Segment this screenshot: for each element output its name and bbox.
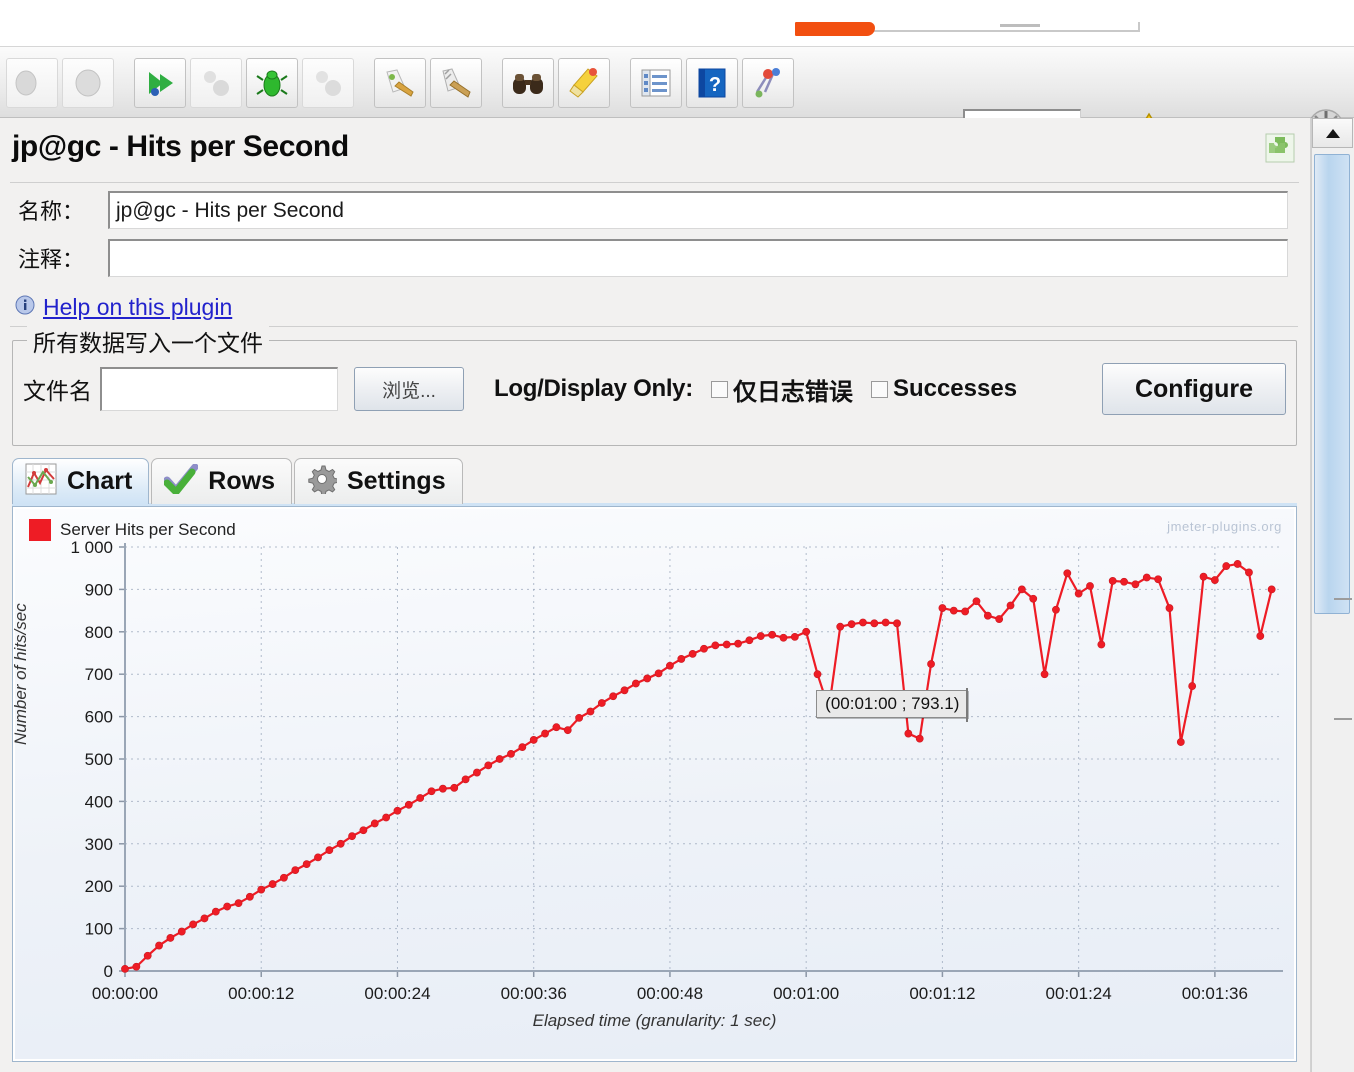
svg-text:100: 100 — [85, 920, 113, 939]
clear-icon[interactable] — [558, 58, 610, 108]
svg-text:00:00:12: 00:00:12 — [228, 984, 294, 1003]
name-input[interactable]: jp@gc - Hits per Second — [108, 191, 1288, 229]
checkmark-icon — [163, 463, 199, 499]
templates-icon[interactable] — [742, 58, 794, 108]
svg-text:200: 200 — [85, 877, 113, 896]
comment-label: 注释： — [18, 247, 85, 272]
expand-puzzle-icon[interactable] — [1264, 132, 1296, 169]
tab-rows-label: Rows — [208, 467, 275, 495]
open-icon[interactable] — [62, 58, 114, 108]
svg-text:?: ? — [709, 74, 721, 96]
search-icon[interactable] — [502, 58, 554, 108]
main-toolbar: ? 00:02:12 0 — [0, 46, 1354, 149]
errors-only-label: 仅日志错误 — [732, 378, 853, 406]
chart-icon — [25, 463, 57, 500]
stop-icon[interactable] — [430, 58, 482, 108]
errors-only-box[interactable] — [710, 380, 728, 398]
new-icon[interactable] — [6, 58, 58, 108]
orange-marker — [795, 22, 875, 36]
tab-chart[interactable]: Chart — [12, 458, 150, 504]
vertical-scrollbar[interactable] — [1311, 118, 1354, 1072]
svg-text:00:01:24: 00:01:24 — [1046, 984, 1112, 1003]
chart-container: Server Hits per Second jmeter-plugins.or… — [11, 506, 1297, 1062]
tab-chart-label: Chart — [67, 467, 133, 495]
data-point-tooltip: (00:01:00 ; 793.1) — [816, 689, 969, 718]
svg-text:00:00:00: 00:00:00 — [92, 984, 158, 1003]
errors-only-checkbox[interactable]: 仅日志错误 — [710, 372, 853, 407]
scroll-up-icon[interactable] — [1312, 118, 1353, 148]
x-axis-label: Elapsed time (granularity: 1 sec) — [532, 1011, 777, 1030]
help-row[interactable]: Help on this plugin — [14, 294, 232, 321]
window-top-strip — [0, 0, 1354, 46]
svg-text:00:00:24: 00:00:24 — [364, 984, 430, 1003]
tab-bar: Chart Rows Settings — [12, 458, 1297, 504]
debug-icon[interactable] — [246, 58, 298, 108]
svg-text:500: 500 — [85, 750, 113, 769]
successes-box[interactable] — [870, 380, 888, 398]
svg-text:00:00:48: 00:00:48 — [637, 984, 703, 1003]
svg-text:00:01:00: 00:01:00 — [773, 984, 839, 1003]
debug-dim-icon[interactable] — [302, 58, 354, 108]
plugin-panel: jp@gc - Hits per Second 名称： jp@gc - Hits… — [0, 118, 1311, 1072]
svg-text:700: 700 — [85, 665, 113, 684]
help-on-plugin-link[interactable]: Help on this plugin — [43, 294, 232, 321]
svg-text:00:01:12: 00:01:12 — [909, 984, 975, 1003]
start-no-pauses-icon[interactable] — [190, 58, 242, 108]
tab-settings[interactable]: Settings — [293, 458, 463, 504]
info-icon — [14, 294, 36, 321]
group-title: 所有数据写入一个文件 — [27, 324, 269, 358]
svg-text:00:00:36: 00:00:36 — [501, 984, 567, 1003]
successes-label: Successes — [892, 375, 1018, 402]
gear-icon — [307, 464, 339, 499]
chart-canvas: Server Hits per Second jmeter-plugins.or… — [11, 509, 1294, 1059]
comment-input[interactable] — [108, 239, 1288, 277]
y-axis-label: Number of hits/sec — [11, 603, 30, 745]
filename-row: 文件名 浏览... Log/Display Only: 仅日志错误 Succes… — [23, 367, 1017, 411]
filename-input[interactable] — [100, 367, 338, 411]
svg-text:400: 400 — [85, 792, 113, 811]
tab-settings-label: Settings — [346, 467, 446, 495]
successes-checkbox[interactable]: Successes — [870, 375, 1018, 403]
scrollbar-mark-2 — [1334, 718, 1352, 720]
write-all-data-group: 所有数据写入一个文件 文件名 浏览... Log/Display Only: 仅… — [12, 324, 1297, 446]
tab-rows[interactable]: Rows — [151, 458, 292, 504]
jmeter-window: ? 00:02:12 0 — [0, 0, 1354, 1072]
start-icon[interactable] — [134, 58, 186, 108]
svg-text:600: 600 — [85, 708, 113, 727]
page-title: jp@gc - Hits per Second — [12, 130, 349, 163]
svg-text:800: 800 — [85, 623, 113, 642]
menu-dash — [1000, 24, 1040, 27]
name-comment-form: 名称： jp@gc - Hits per Second 注释： — [10, 182, 1299, 297]
hits-per-second-plot: 0 100 200 300 400 500 600 700 800 900 1 000 00:00:0… — [70, 538, 1283, 1003]
function-helper-icon[interactable] — [630, 58, 682, 108]
scrollbar-thumb[interactable] — [1314, 154, 1350, 614]
svg-text:300: 300 — [85, 835, 113, 854]
svg-text:0: 0 — [104, 962, 113, 981]
svg-text:00:01:36: 00:01:36 — [1182, 984, 1248, 1003]
filename-label: 文件名 — [23, 378, 92, 404]
configure-button[interactable]: Configure — [1102, 363, 1286, 415]
svg-text:900: 900 — [85, 580, 113, 599]
name-label: 名称： — [18, 199, 85, 224]
browse-button[interactable]: 浏览... — [354, 367, 464, 411]
scrollbar-mark-1 — [1334, 598, 1352, 600]
shutdown-icon[interactable] — [374, 58, 426, 108]
svg-text:1 000: 1 000 — [70, 538, 113, 557]
help-icon[interactable]: ? — [686, 58, 738, 108]
log-display-only-label: Log/Display Only: — [494, 375, 693, 402]
tooltip-caret — [966, 687, 969, 722]
